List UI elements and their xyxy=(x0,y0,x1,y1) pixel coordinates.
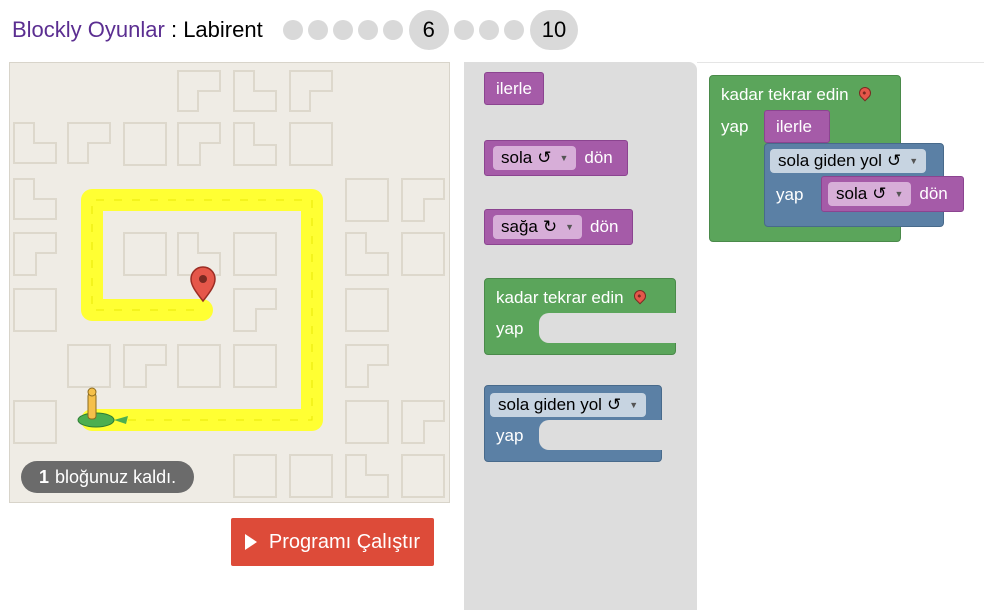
remaining-text: bloğunuz kaldı. xyxy=(55,466,177,487)
ws-turn-dropdown[interactable]: sola ↺ ▼ xyxy=(828,182,912,206)
turn-right-dropdown-value: sağa xyxy=(501,217,538,236)
if-path-statement-slot[interactable] xyxy=(539,420,663,450)
toolbox-move-forward-block[interactable]: ilerle xyxy=(484,72,544,105)
title-separator: : xyxy=(164,17,184,42)
goal-marker-icon xyxy=(856,84,874,102)
remaining-blocks-badge: 1 bloğunuz kaldı. xyxy=(21,461,195,493)
run-program-label: Programı Çalıştır xyxy=(268,530,421,553)
rotate-left-icon: ↺ xyxy=(886,151,902,170)
player-pegman-icon xyxy=(77,387,128,428)
level-selector: 6 10 xyxy=(281,10,581,50)
level-dot-7[interactable] xyxy=(454,20,475,40)
header: Blockly Oyunlar : Labirent 6 10 xyxy=(12,8,581,52)
toolbox-if-path-block[interactable]: sola giden yol ↺ ▼ yap xyxy=(484,385,663,462)
turn-left-dropdown-value: sola xyxy=(501,148,533,167)
ws-if-path-dropdown[interactable]: sola giden yol ↺ ▼ xyxy=(770,149,927,173)
chevron-down-icon: ▼ xyxy=(894,189,904,199)
ws-if-path-do-label: yap xyxy=(776,185,804,204)
ws-repeat-until-do-label: yap xyxy=(721,117,749,136)
level-dot-8[interactable] xyxy=(479,20,500,40)
ws-if-path-head: sola giden yol ↺ ▼ xyxy=(770,149,927,173)
if-path-dropdown-value: sola giden yol xyxy=(498,395,602,414)
level-dot-2[interactable] xyxy=(308,20,329,40)
run-program-button[interactable]: Programı Çalıştır xyxy=(231,518,434,566)
turn-left-suffix: dön xyxy=(584,148,613,167)
block-toolbox: ilerle sola ↺ ▼ dön sağa ↻ ▼ dön kadar t… xyxy=(464,62,697,610)
page-title: Blockly Oyunlar : Labirent xyxy=(12,17,263,43)
turn-right-suffix: dön xyxy=(590,217,619,236)
block-workspace[interactable]: kadar tekrar edin yap ilerle sola giden … xyxy=(697,62,984,610)
maze-svg xyxy=(13,70,445,498)
if-path-dropdown[interactable]: sola giden yol ↺ ▼ xyxy=(490,393,647,417)
move-forward-label: ilerle xyxy=(496,78,532,98)
turn-right-dropdown[interactable]: sağa ↻ ▼ xyxy=(493,215,583,239)
toolbox-repeat-until-block[interactable]: kadar tekrar edin yap xyxy=(484,278,677,355)
rotate-left-icon: ↺ xyxy=(606,395,622,414)
workspace-move-forward-block[interactable]: ilerle xyxy=(764,110,830,143)
game-name: Labirent xyxy=(183,17,263,42)
workspace-turn-block[interactable]: sola ↺ ▼ dön xyxy=(821,176,964,212)
if-path-head: sola giden yol ↺ ▼ xyxy=(490,393,647,417)
toolbox-turn-right-block[interactable]: sağa ↻ ▼ dön xyxy=(484,209,633,245)
maze-background-tiles xyxy=(13,70,445,498)
repeat-until-statement-slot[interactable] xyxy=(539,313,677,343)
maze-board: 1 bloğunuz kaldı. xyxy=(9,62,450,503)
turn-left-dropdown[interactable]: sola ↺ ▼ xyxy=(493,146,577,170)
rotate-left-icon: ↺ xyxy=(537,148,552,167)
level-dot-9[interactable] xyxy=(504,20,525,40)
ws-turn-suffix: dön xyxy=(919,184,948,203)
repeat-until-head: kadar tekrar edin xyxy=(496,286,649,310)
ws-turn-dropdown-value: sola xyxy=(836,184,868,203)
level-dot-4[interactable] xyxy=(358,20,379,40)
ws-repeat-until-head: kadar tekrar edin xyxy=(721,83,874,107)
current-level-badge[interactable]: 6 xyxy=(408,10,449,50)
repeat-until-label: kadar tekrar edin xyxy=(496,288,624,307)
chevron-down-icon: ▼ xyxy=(629,400,639,410)
goal-marker-icon xyxy=(190,266,216,303)
app-name-link[interactable]: Blockly Oyunlar xyxy=(12,17,165,42)
play-icon xyxy=(244,534,257,550)
repeat-until-do-label: yap xyxy=(496,319,524,338)
level-dot-1[interactable] xyxy=(283,20,304,40)
if-path-do-label: yap xyxy=(496,426,524,445)
level-dot-5[interactable] xyxy=(383,20,404,40)
remaining-count: 1 xyxy=(39,466,50,487)
rotate-left-icon: ↺ xyxy=(872,184,887,203)
rotate-right-icon: ↻ xyxy=(542,217,558,236)
goal-marker-icon xyxy=(631,287,649,305)
last-level-badge[interactable]: 10 xyxy=(529,10,579,50)
ws-move-forward-label: ilerle xyxy=(776,116,812,136)
toolbox-turn-left-block[interactable]: sola ↺ ▼ dön xyxy=(484,140,628,176)
chevron-down-icon: ▼ xyxy=(909,156,919,166)
ws-if-path-dropdown-value: sola giden yol xyxy=(778,151,882,170)
level-dot-3[interactable] xyxy=(333,20,354,40)
ws-repeat-until-label: kadar tekrar edin xyxy=(721,85,849,104)
chevron-down-icon: ▼ xyxy=(559,153,569,163)
chevron-down-icon: ▼ xyxy=(565,222,575,232)
